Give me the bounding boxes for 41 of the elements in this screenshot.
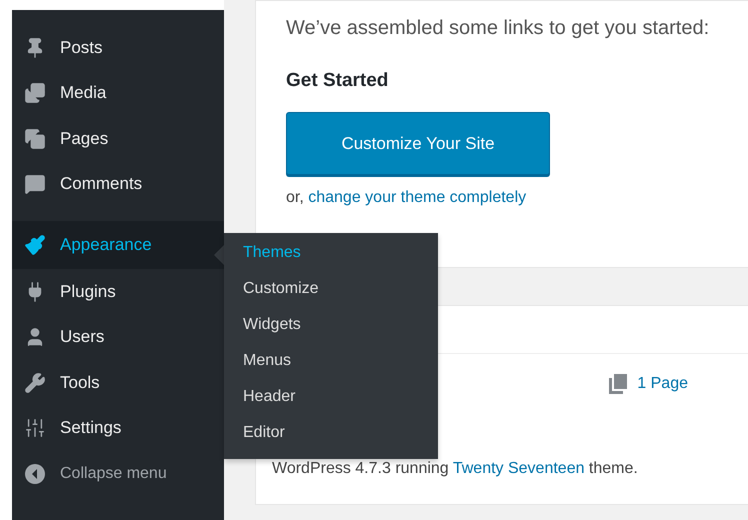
sidebar-item[interactable]: Media: [12, 70, 224, 116]
sidebar-item[interactable]: Comments: [12, 162, 224, 207]
sidebar-item[interactable]: Plugins: [12, 269, 224, 314]
section-heading: Get Started: [286, 70, 390, 92]
version-text: WordPress 4.7.3 running Twenty Seventeen theme.: [272, 460, 639, 478]
sidebar-item[interactable]: Collapse menu: [12, 451, 224, 496]
alt-text: or, change your theme completely: [286, 189, 528, 207]
pages-icon: [609, 374, 628, 394]
sidebar-item[interactable]: Tools: [12, 360, 224, 406]
submenu-item[interactable]: Header: [224, 379, 438, 415]
sidebar-label[interactable]: Appearance: [60, 235, 152, 255]
paintbrush-icon: [24, 234, 46, 256]
submenu-item[interactable]: Themes: [224, 235, 438, 271]
sidebar-item[interactable]: Settings: [12, 406, 224, 451]
theme-link[interactable]: change your theme completely: [308, 189, 526, 206]
sidebar-item[interactable]: Users: [12, 314, 224, 360]
page-count-link[interactable]: 1 Page: [637, 375, 688, 393]
customize-button[interactable]: Customize Your Site: [286, 112, 550, 175]
comment-icon: [24, 173, 46, 196]
submenu-item[interactable]: Menus: [224, 343, 438, 379]
intro-text: We’ve assembled some links to get you started:: [286, 17, 710, 40]
collapse-icon: [24, 462, 46, 485]
sidebar-label[interactable]: Settings: [60, 418, 122, 438]
sidebar-label[interactable]: Collapse menu: [60, 464, 167, 483]
sidebar-item[interactable]: Pages: [12, 116, 224, 162]
sidebar-label[interactable]: Users: [60, 327, 104, 348]
theme-link[interactable]: Twenty Seventeen: [452, 460, 584, 477]
sidebar-label[interactable]: Media: [60, 83, 106, 104]
wrench-icon: [24, 372, 46, 394]
sidebar-label[interactable]: Posts: [60, 38, 103, 58]
sidebar-label[interactable]: Plugins: [60, 282, 116, 302]
sidebar-label[interactable]: Comments: [60, 174, 142, 194]
sidebar-item[interactable]: Posts: [12, 25, 224, 70]
pages-icon: [24, 128, 46, 150]
submenu-item[interactable]: Customize: [224, 271, 438, 307]
sliders-icon: [24, 417, 46, 440]
sidebar-label[interactable]: Pages: [60, 128, 108, 149]
sidebar-item-active[interactable]: Appearance: [12, 221, 224, 269]
submenu-item[interactable]: Widgets: [224, 307, 438, 343]
submenu-item[interactable]: Editor: [224, 415, 438, 451]
sidebar-label[interactable]: Tools: [60, 372, 100, 393]
